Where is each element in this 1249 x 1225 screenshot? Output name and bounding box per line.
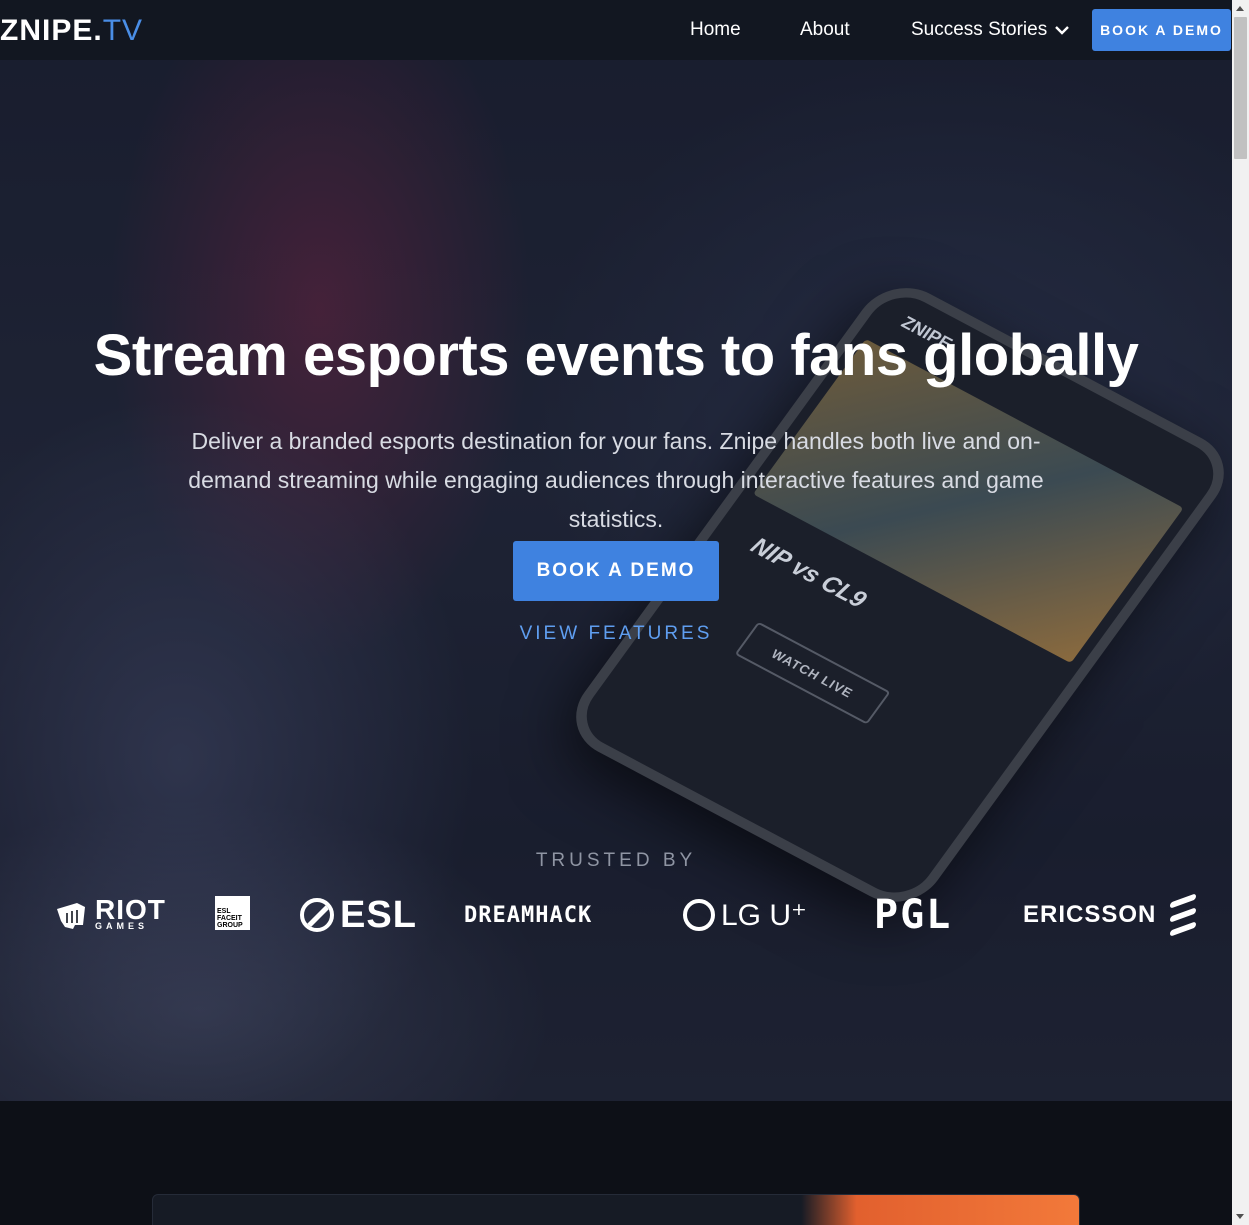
lg-uplus-logo: LG U⁺ — [683, 890, 807, 940]
nav-book-demo-button[interactable]: BOOK A DEMO — [1092, 9, 1231, 51]
ericsson-bars-icon — [1170, 893, 1197, 937]
feature-card — [152, 1194, 1080, 1225]
ericsson-text: ERICSSON — [1023, 901, 1157, 928]
dreamhack-logo: DREAMHACK — [464, 902, 593, 928]
hero-section: ZNIPE NIP vs CL9 WATCH LIVE Stream espor… — [0, 60, 1232, 1101]
esl-circle-icon — [300, 898, 334, 932]
scroll-up-arrow-icon[interactable] — [1236, 6, 1244, 11]
partner-logos: RIOT GAMES ESL FACEIT GROUP ESL DREAMHACK… — [0, 890, 1232, 940]
logo-tv-text: TV — [102, 14, 144, 47]
chevron-down-icon[interactable] — [1054, 22, 1070, 38]
trusted-by-heading: TRUSTED BY — [535, 850, 697, 871]
hero-headline: Stream esports events to fans globally — [93, 323, 1139, 388]
lower-section — [0, 1101, 1232, 1225]
esl-logo: ESL — [300, 890, 417, 940]
nav-success-stories-link[interactable]: Success Stories — [911, 19, 1047, 41]
pgl-logo: PGL — [874, 892, 953, 938]
esl-faceit-group-logo: ESL FACEIT GROUP — [215, 896, 250, 930]
hero-subtitle: Deliver a branded esports destination fo… — [188, 428, 1044, 532]
scrollbar-thumb[interactable] — [1234, 17, 1247, 159]
nav-about-link[interactable]: About — [800, 19, 850, 41]
lg-circle-icon — [683, 899, 715, 931]
top-navbar: ZNIPE.TV Home About Success Stories BOOK… — [0, 0, 1232, 60]
ericsson-logo: ERICSSON — [1023, 890, 1197, 940]
nav-home-link[interactable]: Home — [690, 19, 741, 41]
riot-games-logo: RIOT GAMES — [55, 890, 166, 940]
lgu-text: LG U⁺ — [721, 898, 807, 932]
znipe-logo[interactable]: ZNIPE.TV — [0, 14, 143, 48]
page-scrollbar[interactable] — [1232, 0, 1249, 1225]
view-features-link[interactable]: VIEW FEATURES — [0, 623, 1232, 645]
hero-book-demo-button[interactable]: BOOK A DEMO — [513, 541, 719, 601]
scroll-down-arrow-icon[interactable] — [1236, 1214, 1244, 1219]
riot-fist-icon — [57, 903, 85, 929]
esl-text: ESL — [340, 893, 417, 936]
logo-text: ZNIPE. — [0, 14, 103, 47]
